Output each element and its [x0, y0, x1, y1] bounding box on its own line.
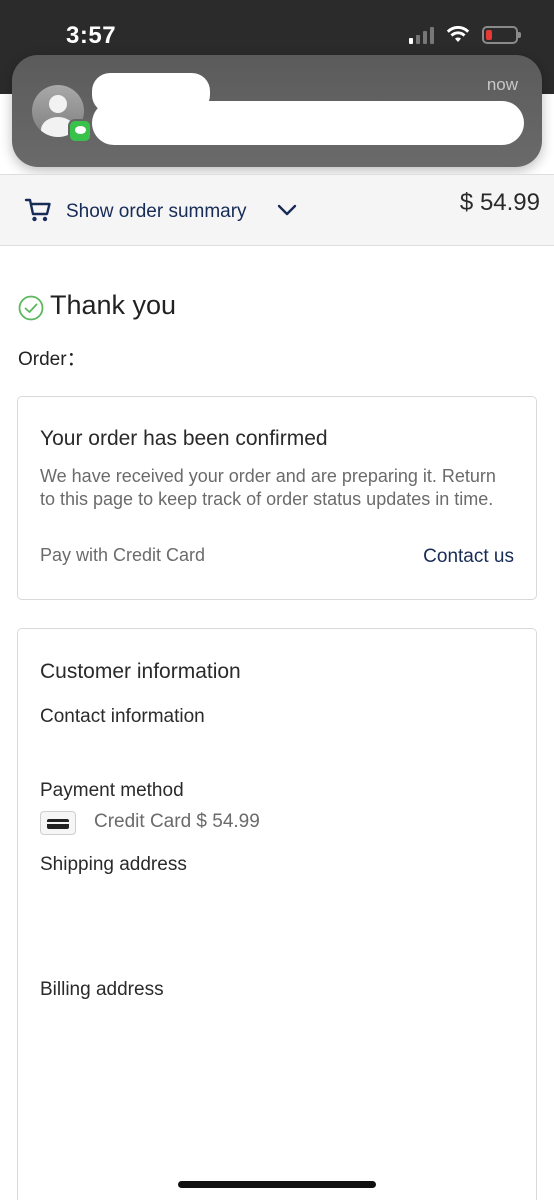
contact-information-label: Contact information	[40, 706, 205, 727]
order-status-description: We have received your order and are prep…	[40, 466, 496, 509]
wifi-icon	[446, 26, 470, 42]
order-total: $ 54.99	[459, 189, 540, 216]
battery-icon	[482, 26, 521, 44]
message-notification[interactable]: now	[12, 55, 542, 167]
chevron-down-icon	[277, 204, 297, 216]
home-indicator[interactable]	[178, 1181, 376, 1188]
order-number-label: Order：	[18, 349, 86, 370]
redacted-message	[92, 101, 524, 145]
notification-time: now	[486, 75, 518, 94]
shipping-address-label: Shipping address	[40, 854, 187, 875]
messages-icon	[68, 119, 92, 143]
billing-address-label: Billing address	[40, 979, 164, 1000]
customer-information-card: Customer information Contact information…	[17, 628, 537, 1200]
order-summary-bar[interactable]: Show order summary $ 54.99	[0, 174, 554, 246]
status-time: 3:57	[66, 22, 117, 49]
contact-us-link[interactable]: Contact us	[423, 546, 514, 568]
status-icons	[409, 26, 521, 44]
payment-method-label: Payment method	[40, 780, 184, 801]
order-status-title: Your order has been confirmed	[40, 427, 328, 450]
page-title: Thank you	[50, 290, 177, 320]
customer-information-title: Customer information	[40, 660, 241, 683]
show-order-summary-link[interactable]: Show order summary	[66, 201, 247, 223]
cart-icon	[24, 198, 51, 222]
check-circle-icon	[18, 295, 44, 321]
payment-method-value: Credit Card $ 54.99	[94, 811, 260, 832]
cellular-signal-icon	[409, 26, 434, 44]
credit-card-icon	[40, 811, 76, 835]
payment-note: Pay with Credit Card	[40, 545, 206, 565]
order-status-card: Your order has been confirmed We have re…	[17, 396, 537, 600]
